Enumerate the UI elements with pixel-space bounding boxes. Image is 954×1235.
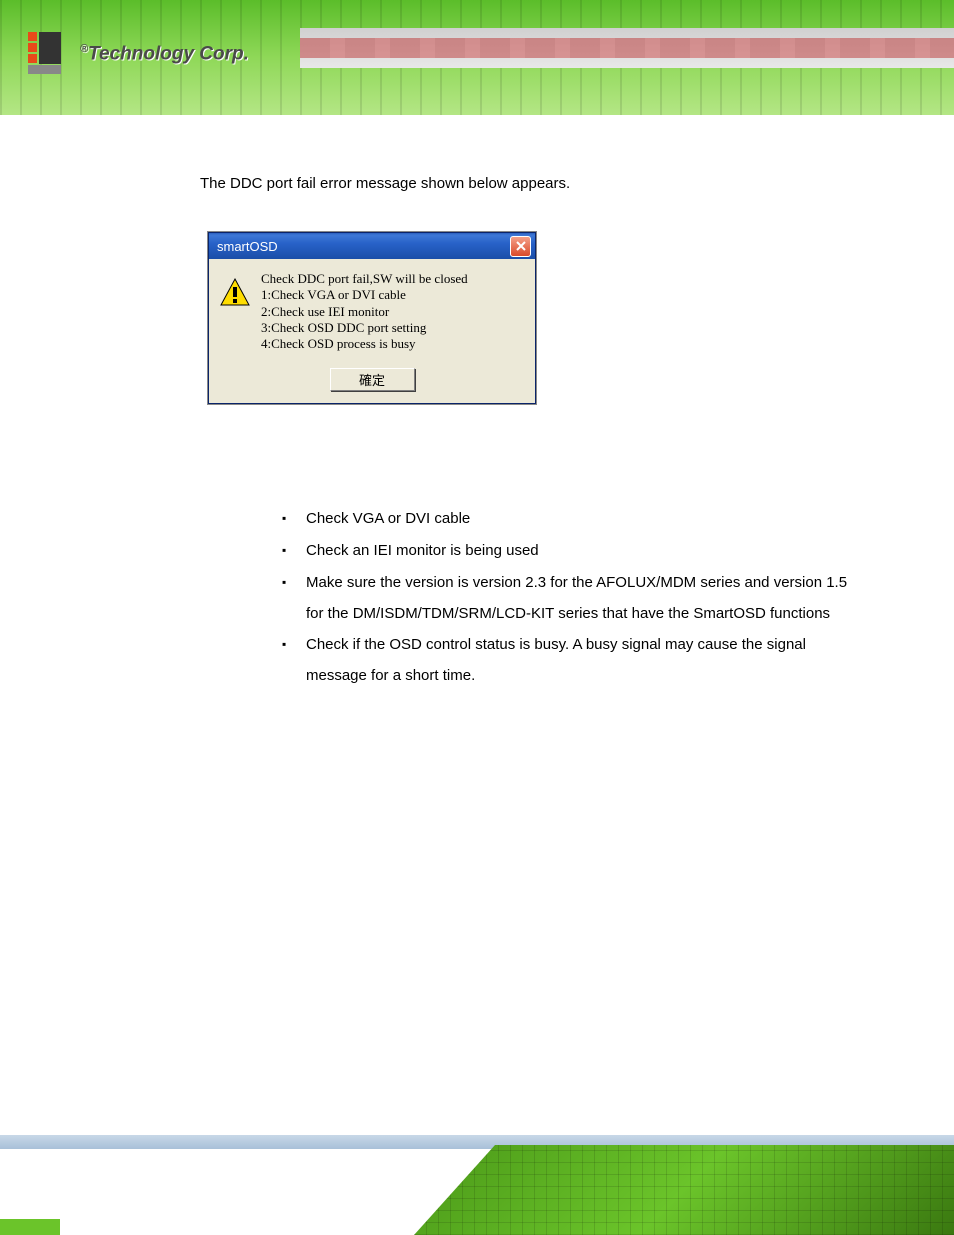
dialog-titlebar: smartOSD (209, 233, 535, 259)
dialog-line-3: 2:Check use IEI monitor (261, 304, 468, 320)
close-icon (516, 241, 526, 251)
footer-banner (0, 1135, 954, 1235)
close-button[interactable] (510, 236, 531, 257)
list-item: Check an IEI monitor is being used (282, 536, 862, 567)
header-strip-decoration (300, 28, 954, 68)
intro-text: The DDC port fail error message shown be… (200, 175, 880, 192)
list-item: Check if the OSD control status is busy.… (282, 630, 862, 692)
ok-button[interactable]: 確定 (330, 368, 415, 391)
header-banner: ®Technology Corp. (0, 0, 954, 115)
logo-icon (28, 32, 72, 76)
dialog-line-1: Check DDC port fail,SW will be closed (261, 271, 468, 287)
warning-icon (219, 277, 251, 309)
dialog-message: Check DDC port fail,SW will be closed 1:… (261, 271, 468, 352)
logo: ®Technology Corp. (28, 32, 249, 76)
list-item: Check VGA or DVI cable (282, 504, 862, 535)
footer-circuit-decoration (414, 1145, 954, 1235)
dialog-line-5: 4:Check OSD process is busy (261, 336, 468, 352)
dialog-line-2: 1:Check VGA or DVI cable (261, 287, 468, 303)
dialog-body: Check DDC port fail,SW will be closed 1:… (209, 259, 535, 362)
dialog-title: smartOSD (217, 239, 278, 254)
footer-green-bar (0, 1219, 60, 1235)
registered-mark: ® (80, 43, 88, 55)
logo-text: ®Technology Corp. (80, 43, 249, 65)
instruction-list: Check VGA or DVI cable Check an IEI moni… (282, 504, 862, 692)
main-content: The DDC port fail error message shown be… (200, 175, 880, 693)
dialog-line-4: 3:Check OSD DDC port setting (261, 320, 468, 336)
dialog-smartosd: smartOSD Check DDC port fail,SW will be … (208, 232, 536, 404)
list-item: Make sure the version is version 2.3 for… (282, 568, 862, 630)
dialog-footer: 確定 (209, 362, 535, 403)
logo-label: Technology Corp. (88, 43, 249, 64)
